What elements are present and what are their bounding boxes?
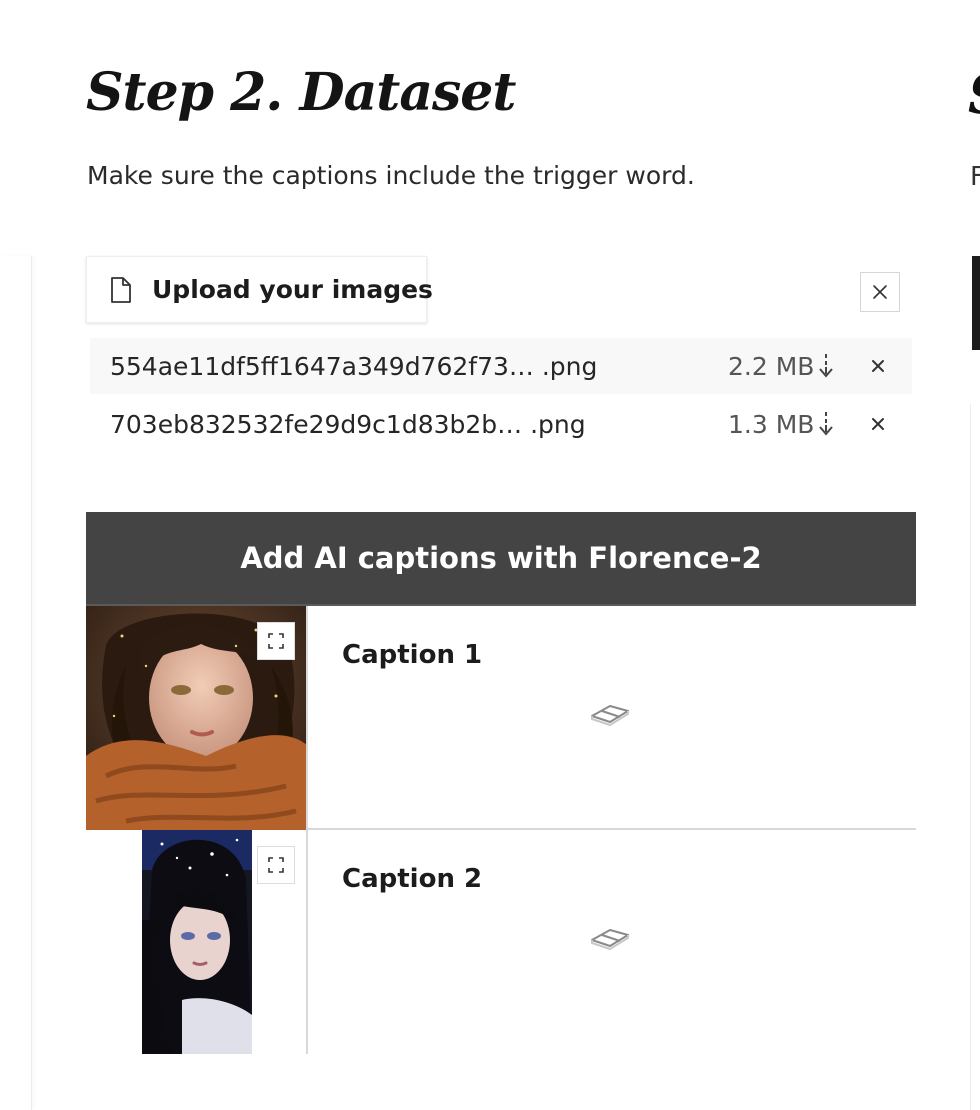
image-thumbnail-cell bbox=[86, 606, 308, 830]
fullscreen-icon bbox=[268, 633, 284, 649]
add-ai-captions-button[interactable]: Add AI captions with Florence-2 bbox=[86, 512, 916, 606]
next-step-dark-element-fragment bbox=[972, 256, 980, 350]
resize-handle-icon[interactable] bbox=[588, 922, 632, 952]
left-panel-edge bbox=[0, 256, 32, 1110]
close-icon bbox=[872, 284, 888, 300]
file-name: 554ae11df5ff1647a349d762f73… .png bbox=[110, 351, 598, 381]
close-icon bbox=[872, 418, 884, 430]
next-step-description-fragment: F bbox=[970, 162, 980, 192]
next-step-title-fragment: S bbox=[968, 64, 980, 124]
caption-label: Caption 2 bbox=[342, 864, 483, 894]
file-name: 703eb832532fe29d9c1d83b2b… .png bbox=[110, 409, 586, 439]
next-step-panel-edge bbox=[970, 404, 980, 1110]
upload-images-button[interactable]: Upload your images bbox=[86, 256, 433, 323]
remove-file-button[interactable] bbox=[868, 352, 888, 380]
file-row: 554ae11df5ff1647a349d762f73… .png 2.2 MB bbox=[90, 338, 912, 394]
page-title: Step 2. Dataset bbox=[86, 62, 516, 123]
caption-row: Caption 1 bbox=[86, 606, 916, 830]
remove-file-button[interactable] bbox=[868, 410, 888, 438]
page-description: Make sure the captions include the trigg… bbox=[87, 161, 695, 190]
caption-row: Caption 2 bbox=[86, 830, 916, 1054]
expand-image-button[interactable] bbox=[257, 622, 295, 660]
clear-uploads-button[interactable] bbox=[860, 272, 900, 312]
close-icon bbox=[872, 360, 884, 372]
fullscreen-icon bbox=[268, 857, 284, 873]
download-arrow-icon[interactable] bbox=[818, 410, 834, 438]
file-icon bbox=[109, 276, 133, 304]
image-thumbnail-cell bbox=[86, 830, 308, 1054]
file-row: 703eb832532fe29d9c1d83b2b… .png 1.3 MB bbox=[90, 396, 912, 452]
upload-images-label: Upload your images bbox=[152, 275, 433, 304]
file-size: 2.2 MB bbox=[728, 351, 815, 381]
resize-handle-icon[interactable] bbox=[588, 698, 632, 728]
image-thumbnail bbox=[142, 830, 252, 1054]
download-arrow-icon[interactable] bbox=[818, 352, 834, 380]
caption-label: Caption 1 bbox=[342, 640, 483, 670]
file-size: 1.3 MB bbox=[728, 409, 815, 439]
expand-image-button[interactable] bbox=[257, 846, 295, 884]
